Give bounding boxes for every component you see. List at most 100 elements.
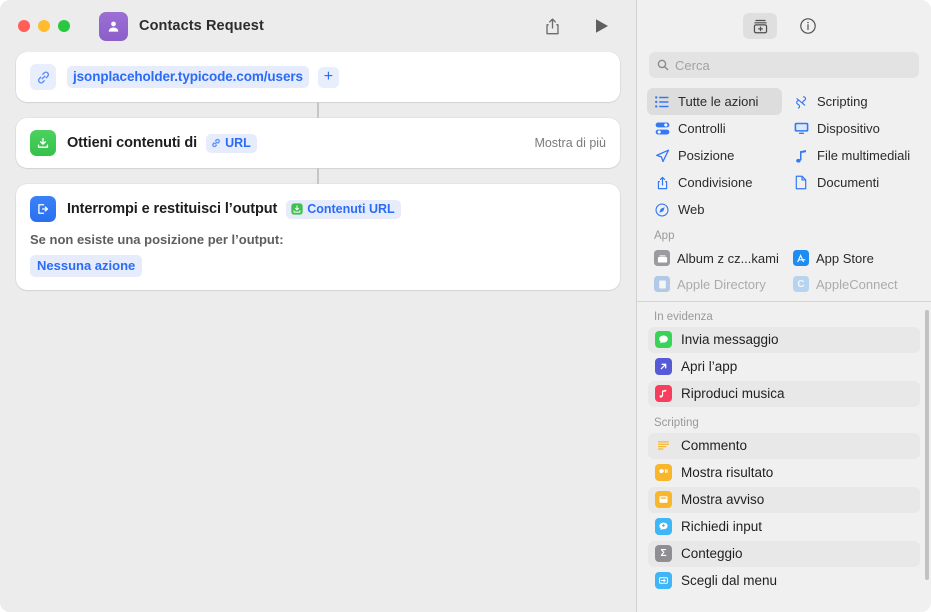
list-item-label: Richiedi input	[681, 519, 763, 534]
get-contents-row: Ottieni contenuti di URL Mostra di più	[16, 118, 620, 168]
sidebar-item-label: Controlli	[678, 121, 726, 136]
url-token[interactable]: URL	[206, 133, 257, 153]
sidebar-item-documents[interactable]: Documenti	[786, 169, 921, 196]
workflow-canvas: jsonplaceholder.typicode.com/users + Ott…	[0, 52, 636, 612]
sidebar-item-label: Web	[678, 202, 705, 217]
list-item-label: Apri l’app	[681, 359, 738, 374]
safari-compass-icon	[654, 202, 670, 217]
scripting-section-title: Scripting	[654, 416, 699, 429]
controls-icon	[654, 122, 670, 135]
list-item[interactable]: Scegli dal menu	[648, 568, 920, 594]
link-icon	[211, 138, 221, 148]
sidebar-item-media[interactable]: File multimediali	[786, 142, 921, 169]
sidebar-item-label: Documenti	[817, 175, 880, 190]
list-item-label: Invia messaggio	[681, 332, 779, 347]
window-titlebar: Contacts Request	[0, 0, 636, 52]
sidebar-item-location[interactable]: Posizione	[647, 142, 782, 169]
search-placeholder: Cerca	[675, 57, 710, 73]
download-tray-icon	[30, 130, 56, 156]
list-item[interactable]: Invia messaggio	[648, 326, 920, 353]
sidebar-item-controls[interactable]: Controlli	[647, 115, 782, 142]
output-fallback-label: Se non esiste una posizione per l’output…	[30, 232, 284, 247]
actions-sidebar: Cerca Tutte le azioni Scripting Controll…	[636, 0, 931, 612]
url-action-row: jsonplaceholder.typicode.com/users +	[16, 52, 620, 102]
download-tray-icon	[291, 202, 303, 215]
ask-input-icon	[655, 518, 672, 535]
show-more-button[interactable]: Mostra di più	[534, 136, 606, 150]
get-contents-label: Ottieni contenuti di	[67, 135, 198, 151]
list-item-label: Commento	[681, 438, 748, 453]
traffic-lights	[18, 20, 70, 32]
music-app-icon	[655, 385, 672, 402]
messages-icon	[655, 331, 672, 348]
photos-album-icon	[654, 250, 670, 266]
sidebar-item-device[interactable]: Dispositivo	[786, 115, 921, 142]
display-icon	[793, 122, 809, 135]
sidebar-item-web[interactable]: Web	[647, 196, 782, 223]
minimize-button[interactable]	[38, 20, 50, 32]
output-fallback-value[interactable]: Nessuna azione	[30, 255, 143, 277]
list-item-label: Apple Directory	[677, 276, 766, 292]
list-item-label: Riproduci musica	[681, 386, 785, 401]
play-icon[interactable]	[588, 12, 616, 40]
url-contents-token-label: Contenuti URL	[307, 201, 395, 216]
list-item-label: Mostra risultato	[681, 465, 774, 480]
sidebar-item-label: Dispositivo	[817, 121, 880, 136]
list-item-label: Album z cz...kami	[677, 250, 779, 266]
featured-section-title: In evidenza	[654, 310, 713, 323]
share-icon[interactable]	[538, 12, 566, 40]
app-grid: Album z cz...kami App Store Apple Direct…	[637, 245, 931, 297]
list-bullets-icon	[654, 95, 670, 108]
list-item[interactable]: Commento	[648, 432, 920, 459]
scripting-icon	[793, 95, 809, 109]
info-circle-icon[interactable]	[791, 13, 825, 39]
add-url-button[interactable]: +	[317, 66, 339, 88]
sidebar-item-label: File multimediali	[817, 148, 911, 163]
show-result-icon	[655, 464, 672, 481]
close-button[interactable]	[18, 20, 30, 32]
connector-2	[317, 168, 319, 184]
stop-output-row: Interrompi e restituisci l’output Conten…	[16, 184, 620, 234]
list-item[interactable]: Mostra risultato	[648, 460, 920, 486]
action-library-icon[interactable]	[743, 13, 777, 39]
url-value[interactable]: jsonplaceholder.typicode.com/users	[67, 66, 309, 88]
stop-output-label: Interrompi e restituisci l’output	[67, 201, 278, 217]
app-section-title: App	[654, 230, 675, 242]
list-item-label: Mostra avviso	[681, 492, 765, 507]
action-card-get-contents[interactable]: Ottieni contenuti di URL Mostra di più	[16, 118, 620, 168]
shortcut-icon	[99, 11, 128, 41]
list-item-label: Conteggio	[681, 546, 743, 561]
directory-icon	[654, 276, 670, 292]
action-card-stop-output[interactable]: Interrompi e restituisci l’output Conten…	[16, 184, 620, 290]
list-item[interactable]: Apple Directory	[647, 271, 782, 297]
list-item[interactable]: App Store	[786, 245, 921, 271]
app-store-icon	[793, 250, 809, 266]
share-icon	[654, 176, 670, 190]
zoom-button[interactable]	[58, 20, 70, 32]
sidebar-item-scripting[interactable]: Scripting	[786, 88, 921, 115]
sidebar-item-label: Condivisione	[678, 175, 753, 190]
sidebar-item-label: Tutte le azioni	[678, 94, 759, 109]
list-item[interactable]: Richiedi input	[648, 514, 920, 540]
sidebar-toolbar	[637, 0, 931, 52]
sidebar-item-all-actions[interactable]: Tutte le azioni	[647, 88, 782, 115]
list-item[interactable]: Mostra avviso	[648, 486, 920, 513]
location-arrow-icon	[654, 149, 670, 163]
list-item[interactable]: Riproduci musica	[648, 380, 920, 407]
appleconnect-icon: C	[793, 276, 809, 292]
list-item[interactable]: Σ Conteggio	[648, 540, 920, 567]
editor-pane: Contacts Request jsonplaceholder.typicod…	[0, 0, 636, 612]
sidebar-item-label: Posizione	[678, 148, 735, 163]
list-item[interactable]: Apri l’app	[648, 354, 920, 380]
page-title: Contacts Request	[139, 18, 264, 34]
url-contents-token[interactable]: Contenuti URL	[286, 199, 401, 219]
list-item-label: AppleConnect	[816, 276, 898, 292]
list-item[interactable]: C AppleConnect	[786, 271, 921, 297]
list-item[interactable]: Album z cz...kami	[647, 245, 782, 271]
sidebar-item-sharing[interactable]: Condivisione	[647, 169, 782, 196]
sidebar-scrollbar[interactable]	[924, 309, 929, 580]
count-sigma-icon: Σ	[655, 545, 672, 562]
action-card-url[interactable]: jsonplaceholder.typicode.com/users +	[16, 52, 620, 102]
search-input[interactable]: Cerca	[649, 52, 919, 78]
search-icon	[657, 59, 669, 71]
